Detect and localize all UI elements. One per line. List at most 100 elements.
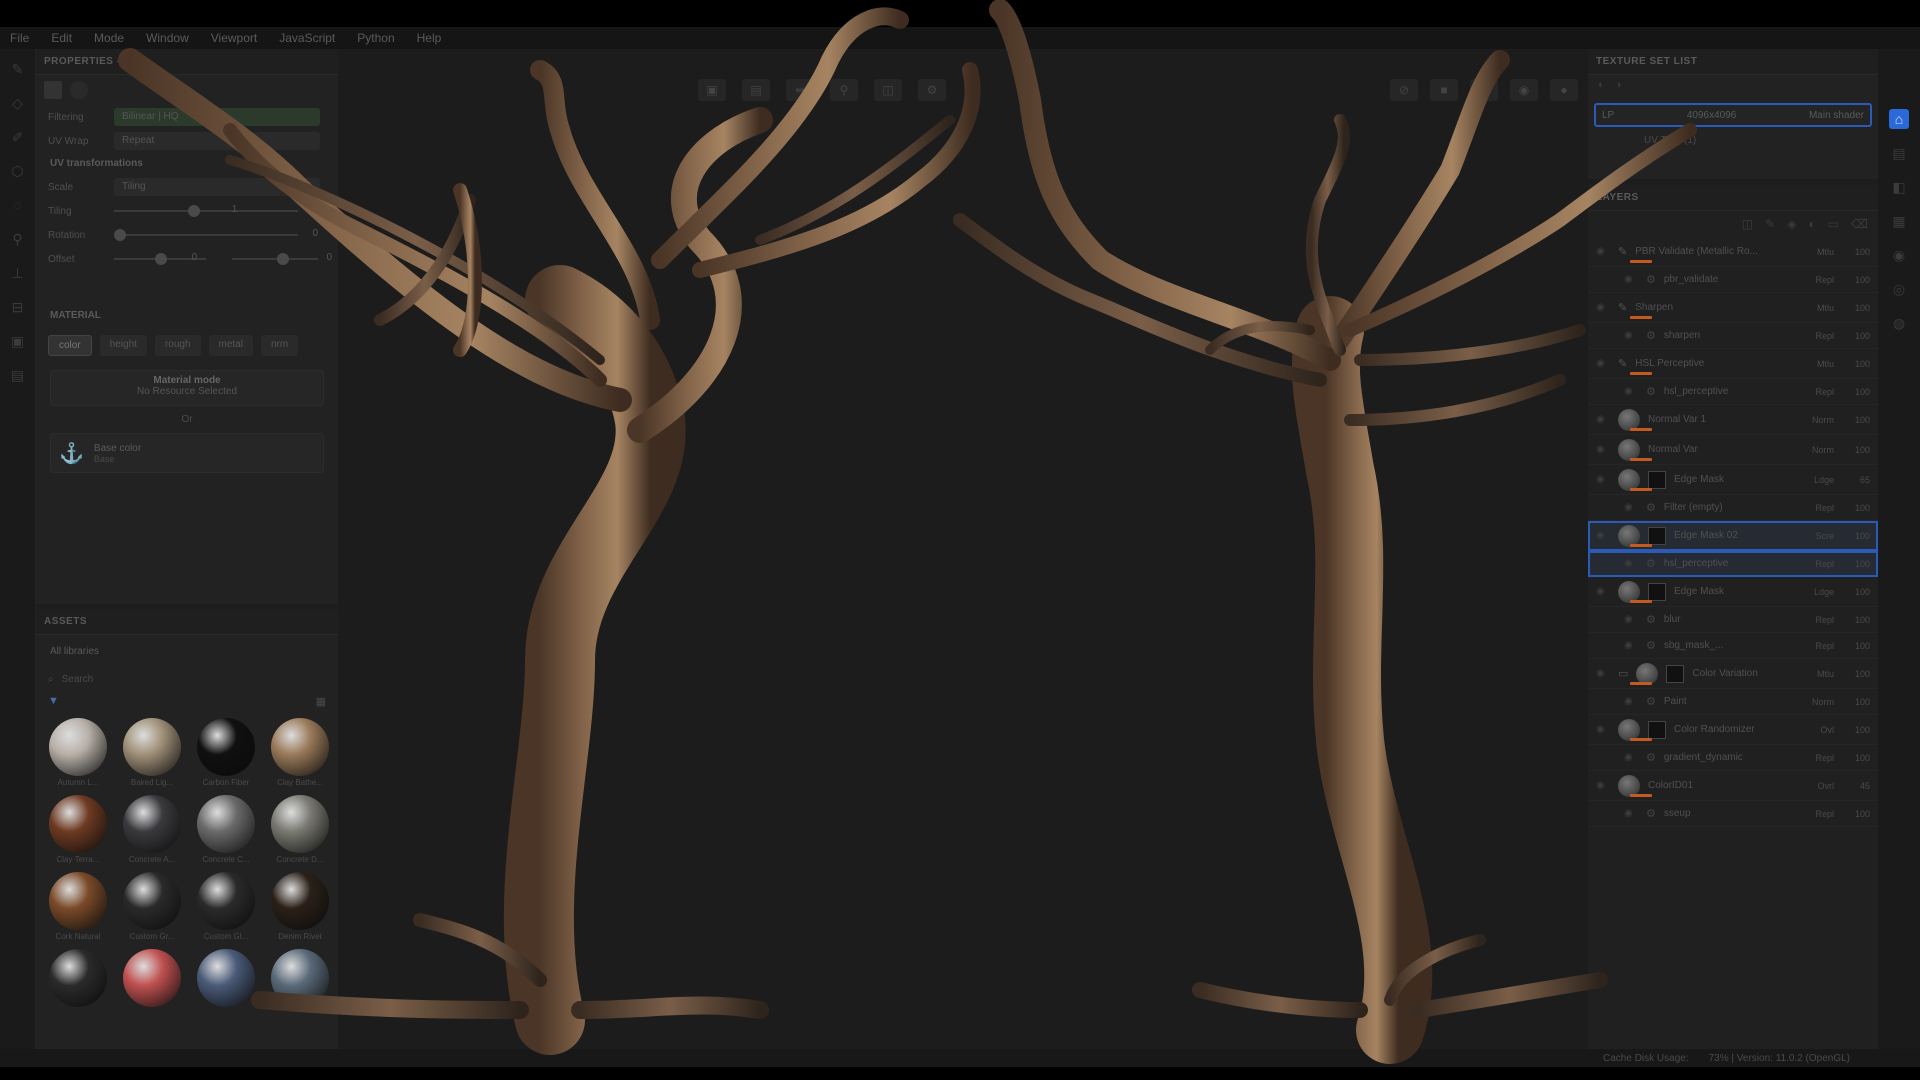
layer-opacity[interactable]: 100 xyxy=(1842,725,1878,735)
layer-name[interactable]: Color Variation xyxy=(1692,668,1792,679)
mask-thumbnail[interactable] xyxy=(1666,664,1685,683)
asset-item[interactable]: Concrete A... xyxy=(118,795,186,864)
layer-opacity[interactable]: 100 xyxy=(1842,387,1878,397)
offset-slider[interactable]: 0 0 xyxy=(114,250,332,268)
blend-mode[interactable]: Repl xyxy=(1800,331,1834,341)
layer-opacity[interactable]: 100 xyxy=(1842,753,1878,763)
menu-item-javascript[interactable]: JavaScript xyxy=(279,31,335,45)
layer-sub-row[interactable]: ◉ ⚙ hsl_perceptive Repl 100 xyxy=(1588,551,1878,577)
visibility-eye-icon[interactable]: ◉ xyxy=(1624,502,1638,513)
visibility-eye-icon[interactable]: ◉ xyxy=(1596,414,1610,425)
screenshot-icon[interactable]: ◉ xyxy=(1510,79,1538,101)
search-input[interactable]: Search xyxy=(62,674,94,685)
visibility-eye-icon[interactable]: ◉ xyxy=(1596,474,1610,485)
layer-opacity[interactable]: 100 xyxy=(1842,669,1878,679)
material-tab-icon[interactable] xyxy=(70,81,88,99)
visibility-eye-icon[interactable]: ◉ xyxy=(1624,558,1638,569)
blend-mode[interactable]: Ldge xyxy=(1800,587,1834,597)
blend-mode[interactable]: Repl xyxy=(1800,387,1834,397)
layer-name[interactable]: Filter (empty) xyxy=(1664,502,1792,513)
layer-opacity[interactable]: 100 xyxy=(1842,275,1878,285)
fill-tab-icon[interactable] xyxy=(44,81,62,99)
layer-name[interactable]: hsl_perceptive xyxy=(1664,558,1792,569)
layer-name[interactable]: ColorID01 xyxy=(1648,780,1792,791)
layer-name[interactable]: Paint xyxy=(1664,696,1792,707)
blend-mode[interactable]: Mtlu xyxy=(1800,247,1834,257)
layer-opacity[interactable]: 100 xyxy=(1842,303,1878,313)
library-selector[interactable]: All libraries xyxy=(36,641,338,663)
record-icon[interactable]: ● xyxy=(1550,79,1578,101)
blend-mode[interactable]: Mtlu xyxy=(1800,669,1834,679)
settings-icon[interactable]: ⚙ xyxy=(918,79,946,101)
blend-mode[interactable]: Repl xyxy=(1800,809,1834,819)
blend-mode[interactable]: Norm xyxy=(1800,697,1834,707)
layer-name[interactable]: PBR Validate (Metallic Ro... xyxy=(1635,246,1792,257)
layer-row[interactable]: ◉ Edge Mask Ldge 65 xyxy=(1588,465,1878,495)
layer-row[interactable]: ◉ ▭ Color Variation Mtlu 100 xyxy=(1588,659,1878,689)
camera-icon[interactable]: ◫ xyxy=(874,79,902,101)
brush-icon[interactable]: ✎ xyxy=(8,59,28,79)
menu-item-file[interactable]: File xyxy=(10,31,29,45)
offset-value-1[interactable]: 0 xyxy=(192,252,198,263)
blend-mode[interactable]: Scre xyxy=(1800,531,1834,541)
visibility-eye-icon[interactable]: ◉ xyxy=(1624,614,1638,625)
asset-item[interactable] xyxy=(44,949,112,1009)
delete-icon[interactable]: ⌫ xyxy=(1851,217,1868,231)
asset-item[interactable]: Concrete D... xyxy=(266,795,334,864)
layer-sub-row[interactable]: ◉ ⚙ sbg_mask_... Repl 100 xyxy=(1588,633,1878,659)
layer-opacity[interactable]: 100 xyxy=(1842,559,1878,569)
bake-icon[interactable]: ▣ xyxy=(8,331,28,351)
layer-opacity[interactable]: 100 xyxy=(1842,531,1878,541)
blend-mode[interactable]: Mtlu xyxy=(1800,303,1834,313)
layer-row[interactable]: ◉ ✎ PBR Validate (Metallic Ro... Mtlu 100 xyxy=(1588,237,1878,267)
layer-name[interactable]: HSL Perceptive xyxy=(1635,358,1792,369)
layer-sub-row[interactable]: ◉ ⚙ blur Repl 100 xyxy=(1588,607,1878,633)
layer-sub-row[interactable]: ◉ ⚙ hsl_perceptive Repl 100 xyxy=(1588,379,1878,405)
material-tab-rough[interactable]: rough xyxy=(154,335,201,356)
microphone-icon[interactable]: ⚲ xyxy=(830,79,858,101)
material-tab-metal[interactable]: metal xyxy=(208,335,253,356)
blend-mode[interactable]: Repl xyxy=(1800,559,1834,569)
offset-value-2[interactable]: 0 xyxy=(326,252,332,263)
hide-icon[interactable]: ⊘ xyxy=(1390,79,1418,101)
layer-opacity[interactable]: 100 xyxy=(1842,809,1878,819)
material-mode-box[interactable]: Material mode No Resource Selected xyxy=(50,370,324,406)
folder-icon[interactable]: ▭ xyxy=(1618,667,1628,680)
asset-item[interactable]: Clay Bathe... xyxy=(266,718,334,787)
smudge-icon[interactable]: ◌ xyxy=(8,195,28,215)
visibility-eye-icon[interactable]: ◉ xyxy=(1596,780,1610,791)
geometry-fill-icon[interactable]: ⬡ xyxy=(8,161,28,181)
layer-opacity[interactable]: 45 xyxy=(1842,781,1878,791)
layer-row[interactable]: ◉ Color Randomizer Ovl 100 xyxy=(1588,715,1878,745)
layer-opacity[interactable]: 100 xyxy=(1842,247,1878,257)
layer-name[interactable]: hsl_perceptive xyxy=(1664,386,1792,397)
material-tab-nrm[interactable]: nrm xyxy=(260,335,299,356)
layer-name[interactable]: sseup xyxy=(1664,808,1792,819)
add-folder-icon[interactable]: ▭ xyxy=(1828,217,1839,231)
visibility-eye-icon[interactable]: ◉ xyxy=(1624,640,1638,651)
blend-mode[interactable]: Repl xyxy=(1800,753,1834,763)
layer-sub-row[interactable]: ◉ ⚙ gradient_dynamic Repl 100 xyxy=(1588,745,1878,771)
texture-set-row[interactable]: LP 4096x4096 Main shader xyxy=(1594,103,1872,127)
eraser-icon[interactable]: ◇ xyxy=(8,93,28,113)
filtering-select[interactable]: Bilinear | HQ xyxy=(114,108,320,126)
mask-thumbnail[interactable] xyxy=(1648,526,1666,545)
scale-select[interactable]: Tiling xyxy=(114,178,320,196)
layer-name[interactable]: Normal Var 1 xyxy=(1648,414,1792,425)
viewport[interactable]: ▣ ▤ ⇹ ⚲ ◫ ⚙ ⊘ ■ ◪ ◉ ● xyxy=(338,49,1588,1049)
base-color-slot[interactable]: ⚓ Base color Base xyxy=(50,433,324,473)
blend-mode[interactable]: Repl xyxy=(1800,275,1834,285)
layer-name[interactable]: Sharpen xyxy=(1635,302,1792,313)
layer-opacity[interactable]: 100 xyxy=(1842,359,1878,369)
camera-settings-icon[interactable]: ◉ xyxy=(1889,245,1909,265)
layer-opacity[interactable]: 100 xyxy=(1842,503,1878,513)
layer-row[interactable]: ◉ Edge Mask Ldge 100 xyxy=(1588,577,1878,607)
texture-set-shader[interactable]: Main shader xyxy=(1809,110,1864,121)
layer-name[interactable]: sbg_mask_... xyxy=(1664,640,1792,651)
visibility-eye-icon[interactable]: ◉ xyxy=(1624,274,1638,285)
visibility-eye-icon[interactable]: ◉ xyxy=(1596,586,1610,597)
layers-icon[interactable]: ▤ xyxy=(1889,143,1909,163)
blend-mode[interactable]: Mtlu xyxy=(1800,359,1834,369)
stop-icon[interactable]: ■ xyxy=(1430,79,1458,101)
blend-mode[interactable]: Repl xyxy=(1800,615,1834,625)
